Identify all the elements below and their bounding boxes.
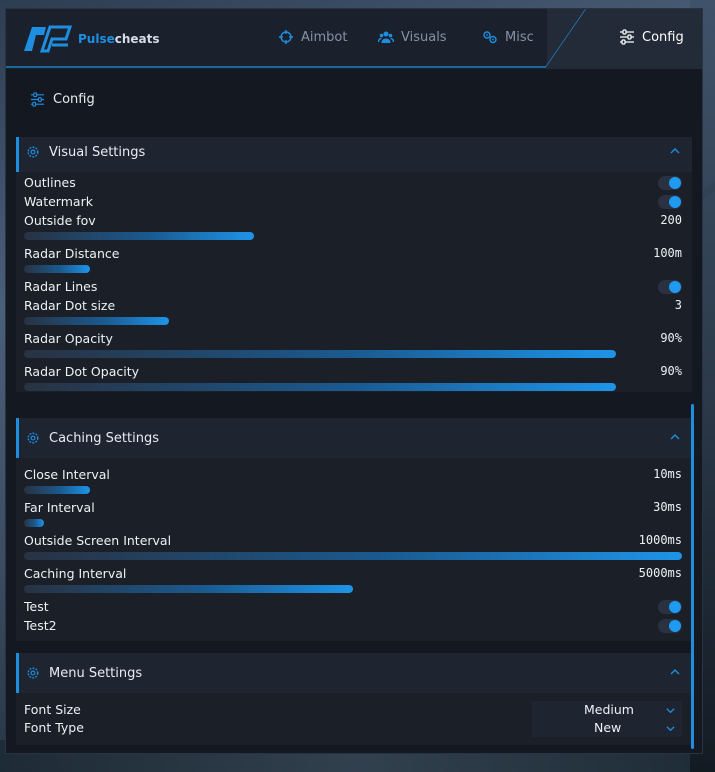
tab-aimbot[interactable]: Aimbot	[278, 29, 347, 45]
test-label: Test	[24, 599, 49, 614]
outside-fov-slider[interactable]	[24, 232, 254, 240]
page-title: Config	[30, 92, 95, 107]
outside-screen-interval-slider[interactable]	[24, 552, 682, 560]
radar-dot-size-label: Radar Dot size	[24, 298, 116, 313]
scrollbar[interactable]	[691, 404, 694, 749]
caching-settings-section: Caching Settings Close Interval 10ms Far…	[16, 418, 692, 641]
outside-screen-interval-value: 1000ms	[638, 533, 682, 547]
radar-distance-value: 100m	[653, 246, 682, 260]
radar-dot-size-slider[interactable]	[24, 317, 169, 325]
page-title-label: Config	[53, 92, 95, 107]
radar-distance-slider[interactable]	[24, 265, 90, 273]
sliders-icon	[620, 29, 634, 45]
tab-misc-label: Misc	[505, 29, 534, 45]
test2-toggle[interactable]	[658, 619, 682, 633]
font-type-row: Font Type New	[24, 719, 682, 738]
watermark-label: Watermark	[24, 194, 93, 209]
menu-settings-section: Menu Settings Font Size Medium Font Type…	[16, 653, 692, 745]
tab-misc[interactable]: Misc	[482, 29, 534, 45]
caching-settings-header[interactable]: Caching Settings	[16, 418, 692, 458]
menu-settings-title: Menu Settings	[49, 665, 143, 681]
visual-settings-title: Visual Settings	[49, 144, 146, 160]
font-size-value: Medium	[584, 702, 634, 717]
radar-lines-label: Radar Lines	[24, 279, 98, 294]
radar-dot-opacity-label: Radar Dot Opacity	[24, 364, 140, 379]
tab-aimbot-label: Aimbot	[301, 29, 348, 45]
outside-fov-value: 200	[660, 213, 682, 227]
close-interval-value: 10ms	[653, 467, 682, 481]
font-size-dropdown[interactable]: Medium	[532, 701, 682, 719]
font-size-row: Font Size Medium	[24, 701, 682, 720]
font-type-dropdown[interactable]: New	[532, 719, 682, 737]
outlines-toggle[interactable]	[658, 176, 682, 190]
cogs-icon	[483, 31, 497, 44]
chevron-up-icon[interactable]	[668, 665, 682, 679]
font-size-label: Font Size	[24, 702, 81, 717]
far-interval-slider[interactable]	[24, 519, 44, 527]
radar-dot-opacity-value: 90%	[660, 364, 682, 378]
test2-label: Test2	[24, 618, 57, 633]
gear-icon	[27, 432, 39, 444]
chevron-up-icon[interactable]	[668, 144, 682, 158]
crosshair-icon	[279, 30, 293, 44]
radar-opacity-label: Radar Opacity	[24, 331, 113, 346]
visual-settings-header[interactable]: Visual Settings	[16, 137, 692, 172]
font-type-label: Font Type	[24, 720, 84, 735]
tab-visuals[interactable]: Visuals	[378, 29, 447, 45]
caching-settings-title: Caching Settings	[49, 430, 159, 446]
radar-distance-label: Radar Distance	[24, 246, 120, 261]
test-toggle[interactable]	[658, 600, 682, 614]
radar-lines-toggle[interactable]	[658, 280, 682, 294]
radar-opacity-slider[interactable]	[24, 350, 616, 358]
gear-icon	[27, 146, 39, 158]
brand-name: Pulsecheats	[78, 32, 160, 46]
outlines-label: Outlines	[24, 175, 76, 190]
close-interval-slider[interactable]	[24, 486, 90, 494]
radar-dot-size-value: 3	[674, 298, 682, 312]
caching-interval-slider[interactable]	[24, 585, 353, 593]
sliders-icon	[30, 92, 45, 107]
users-icon	[378, 31, 394, 43]
brand-name-part-a: Pulse	[78, 32, 115, 46]
close-interval-label: Close Interval	[24, 467, 110, 482]
menu-window: Pulsecheats Aimbot Visuals Misc Config C…	[5, 8, 703, 754]
tab-visuals-label: Visuals	[401, 29, 447, 45]
far-interval-value: 30ms	[653, 500, 682, 514]
radar-opacity-value: 90%	[660, 331, 682, 345]
outside-screen-interval-label: Outside Screen Interval	[24, 533, 172, 548]
brand-logo: Pulsecheats	[22, 21, 160, 57]
menu-settings-header[interactable]: Menu Settings	[16, 653, 692, 693]
visual-settings-section: Visual Settings Outlines Watermark Outsi…	[16, 137, 692, 392]
chevron-down-icon	[666, 726, 675, 732]
far-interval-label: Far Interval	[24, 500, 95, 515]
tab-config-label: Config	[642, 29, 684, 45]
settings-scroll-area[interactable]: Visual Settings Outlines Watermark Outsi…	[16, 137, 694, 751]
chevron-up-icon[interactable]	[668, 430, 682, 444]
outside-fov-label: Outside fov	[24, 213, 96, 228]
caching-interval-value: 5000ms	[638, 566, 682, 580]
chevron-down-icon	[666, 708, 675, 714]
watermark-toggle[interactable]	[658, 195, 682, 209]
logo-mark-icon	[24, 25, 73, 53]
radar-dot-opacity-slider[interactable]	[24, 383, 616, 391]
font-type-value: New	[594, 720, 622, 735]
gear-icon	[27, 667, 39, 679]
tab-config[interactable]: Config	[619, 29, 684, 45]
brand-name-part-b: cheats	[114, 32, 160, 46]
caching-interval-label: Caching Interval	[24, 566, 127, 581]
